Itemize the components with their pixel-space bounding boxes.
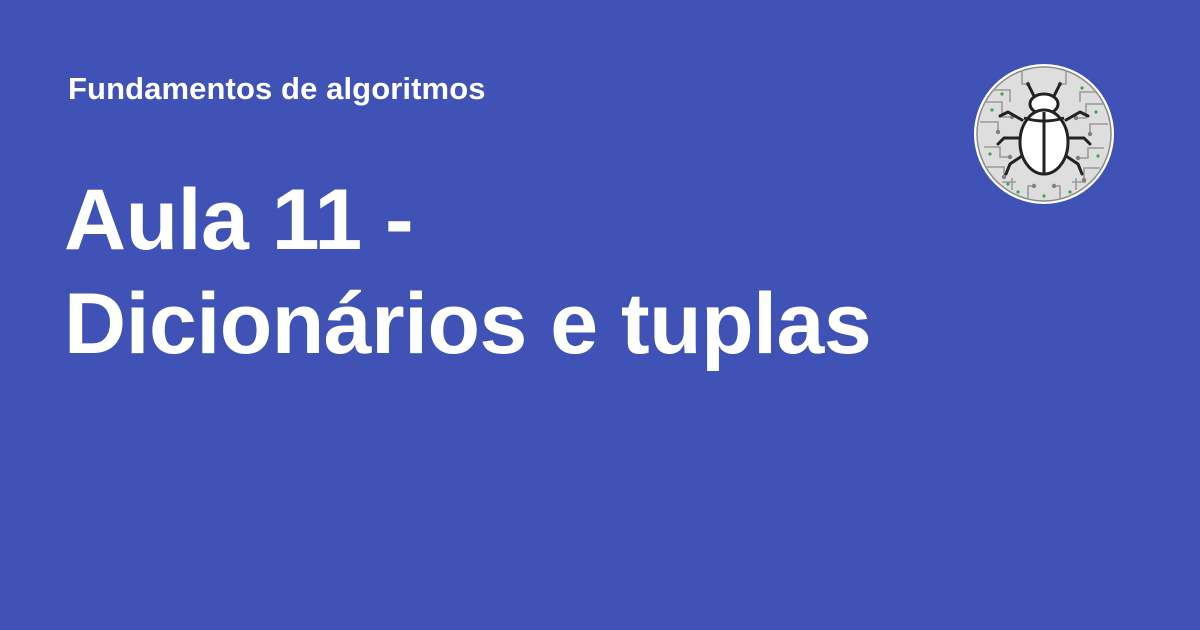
lesson-title-line-2: Dicionários e tuplas — [64, 276, 872, 372]
social-card: Fundamentos de algoritmos Aula 11 - Dici… — [0, 0, 1200, 630]
course-name: Fundamentos de algoritmos — [68, 71, 486, 106]
lesson-title: Aula 11 - Dicionários e tuplas — [64, 168, 964, 376]
bug-circuit-icon — [972, 62, 1116, 206]
lesson-title-line-1: Aula 11 - — [64, 172, 414, 268]
